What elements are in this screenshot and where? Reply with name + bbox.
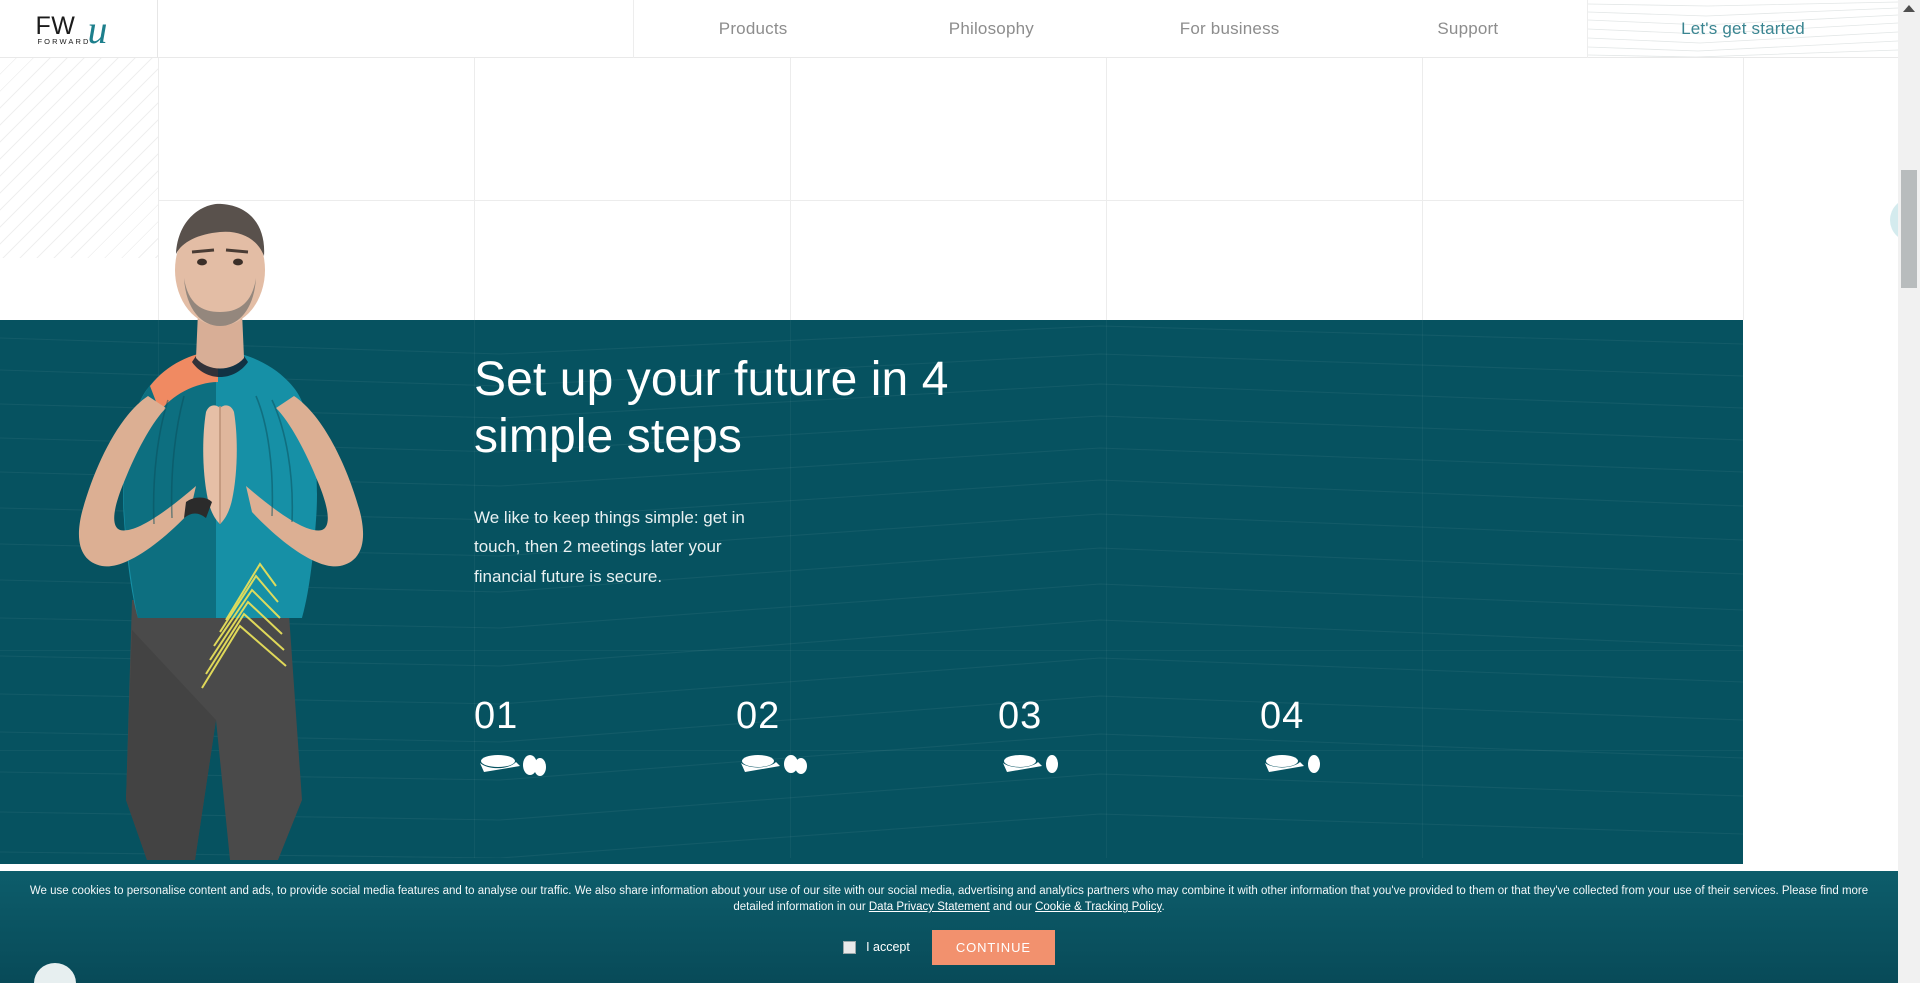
logo-cell[interactable]: FW u FORWARD [0,0,158,58]
nav-spacer [158,0,634,58]
scrollbar-thumb[interactable] [1901,170,1917,288]
step-item: 01 [474,695,734,776]
step-item: 03 [998,695,1258,773]
accept-label: I accept [866,940,910,955]
data-privacy-statement-link[interactable]: Data Privacy Statement [869,901,990,913]
continue-button[interactable]: CONTINUE [931,929,1055,965]
grid-line-v [474,58,475,320]
nav-items-container: Products Philosophy For business Support [158,0,1588,58]
cookie-text-part3: . [1161,901,1165,914]
step-item: 04 [1260,695,1520,773]
grid-line-v [1422,58,1423,320]
nav-item-support[interactable]: Support [1349,0,1588,58]
fwu-logo[interactable]: FW u FORWARD [36,7,122,52]
nav-item-for-business[interactable]: For business [1111,0,1349,58]
cookie-text-part2: and our [989,901,1036,914]
lets-get-started-label: Let's get started [1681,18,1805,38]
step-number: 04 [1260,695,1305,737]
step-item: 02 [736,695,996,774]
top-navigation: FW u FORWARD Products Philosophy For bus… [0,0,1898,58]
steps-row: 01 02 03 04 [474,695,1654,860]
page-viewport: FW u FORWARD Products Philosophy For bus… [0,0,1898,983]
step-number: 01 [474,695,519,737]
grid-line-v [790,58,791,320]
hero-title: Set up your future in 4 simple steps [474,353,949,463]
cookie-tracking-policy-link[interactable]: Cookie & Tracking Policy [1035,901,1161,913]
logo-tagline: FORWARD [37,36,91,46]
handshake-icon [480,755,546,776]
grid-line-v [1743,58,1744,320]
triangle-up-icon[interactable] [1903,5,1915,12]
page-scrollbar[interactable] [1898,0,1920,983]
document-icon [1003,755,1058,773]
hero-text-block: Set up your future in 4 simple steps We … [474,352,1034,591]
cookie-consent-banner: We use cookies to personalise content an… [0,871,1898,983]
step-number: 03 [998,695,1043,737]
hero-subtitle: We like to keep things simple: get in to… [474,508,745,586]
step-number: 02 [736,695,781,737]
calendar-icon [741,755,807,774]
nav-item-philosophy[interactable]: Philosophy [872,0,1110,58]
shield-icon [1265,755,1320,773]
browser-page: FW u FORWARD Products Philosophy For bus… [0,0,1920,983]
cookie-banner-actions: I accept CONTINUE [0,929,1898,965]
nav-item-products[interactable]: Products [634,0,872,58]
accept-checkbox[interactable] [843,940,857,954]
decorative-blob-bottom [34,963,76,983]
cookie-banner-text: We use cookies to personalise content an… [9,883,1889,916]
grid-line-v [1106,58,1107,320]
yoga-man-illustration [78,203,364,860]
lets-get-started-button[interactable]: Let's get started [1588,0,1898,58]
